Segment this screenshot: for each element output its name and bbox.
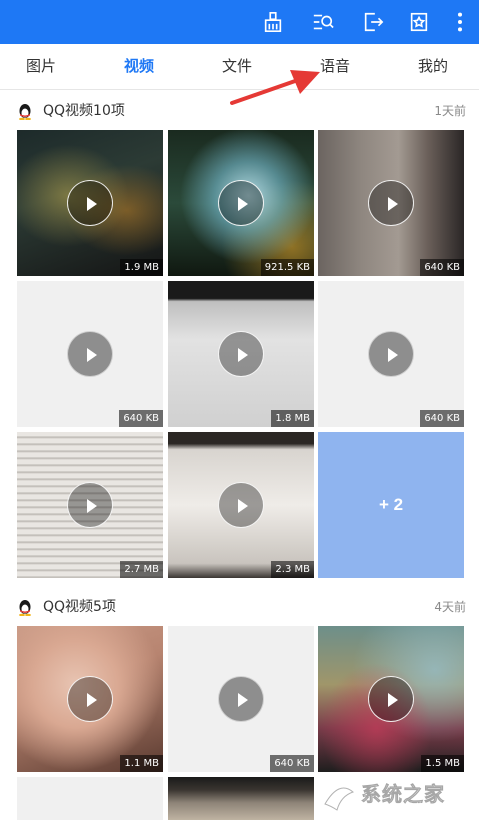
section-title: QQ视频10项 (43, 103, 125, 119)
more-videos-tile[interactable]: + 2 (318, 432, 464, 578)
tab-videos[interactable]: 视频 (109, 44, 169, 89)
section-time: 1天前 (434, 104, 466, 118)
file-size: 640 KB (420, 410, 464, 427)
play-icon[interactable] (67, 331, 113, 377)
thumbnail-image (168, 777, 314, 820)
file-size: 1.9 MB (120, 259, 163, 276)
search-list-icon[interactable] (309, 8, 337, 36)
play-icon[interactable] (218, 482, 264, 528)
video-thumbnail[interactable]: 2.3 MB (168, 432, 314, 578)
file-size: 640 KB (270, 755, 314, 772)
video-thumbnail[interactable]: 640 KB (168, 626, 314, 772)
top-toolbar (0, 0, 479, 44)
video-thumbnail[interactable]: 1.5 MB (318, 626, 464, 772)
video-thumbnail[interactable]: 1.8 MB (168, 281, 314, 427)
file-size: 2.3 MB (271, 561, 314, 578)
video-thumbnail[interactable]: 640 KB (17, 281, 163, 427)
play-icon[interactable] (218, 676, 264, 722)
tab-bar: 图片 视频 文件 语音 我的 (0, 44, 479, 90)
tab-voice[interactable]: 语音 (305, 44, 365, 89)
video-thumbnail[interactable]: 921.5 KB (168, 130, 314, 276)
file-size: 2.7 MB (120, 561, 163, 578)
file-size: 1.1 MB (120, 755, 163, 772)
more-vertical-icon[interactable] (446, 8, 474, 36)
qq-penguin-icon (19, 600, 31, 616)
play-icon[interactable] (67, 180, 113, 226)
file-size: 921.5 KB (260, 259, 314, 276)
section-title: QQ视频5项 (43, 599, 116, 615)
more-count: + 2 (378, 495, 404, 514)
play-icon[interactable] (218, 180, 264, 226)
video-thumbnail[interactable] (168, 777, 314, 820)
tab-mine[interactable]: 我的 (403, 44, 463, 89)
clean-icon[interactable] (259, 8, 287, 36)
play-icon[interactable] (218, 331, 264, 377)
section-header: QQ视频10项 1天前 (0, 91, 479, 131)
file-size: 640 KB (119, 410, 163, 427)
video-thumbnail[interactable]: 1.1 MB (17, 626, 163, 772)
play-icon[interactable] (368, 331, 414, 377)
watermark-logo-icon (324, 787, 354, 811)
play-icon[interactable] (368, 180, 414, 226)
play-icon[interactable] (67, 676, 113, 722)
section-header: QQ视频5项 4天前 (0, 587, 479, 627)
video-thumbnail[interactable]: 1.9 MB (17, 130, 163, 276)
export-icon[interactable] (359, 8, 387, 36)
file-size: 1.8 MB (271, 410, 314, 427)
play-icon[interactable] (368, 676, 414, 722)
tab-files[interactable]: 文件 (207, 44, 267, 89)
video-thumbnail[interactable]: 640 KB (318, 281, 464, 427)
watermark-url: xitongzhijia.net (373, 802, 451, 813)
video-thumbnail[interactable] (17, 777, 163, 820)
qq-penguin-icon (19, 104, 31, 120)
bookmark-icon[interactable] (405, 8, 433, 36)
play-icon[interactable] (67, 482, 113, 528)
file-size: 640 KB (420, 259, 464, 276)
video-thumbnail[interactable]: 640 KB (318, 130, 464, 276)
tab-photos[interactable]: 图片 (11, 44, 71, 89)
file-size: 1.5 MB (421, 755, 464, 772)
section-time: 4天前 (434, 600, 466, 614)
watermark: 系统之家 xitongzhijia.net (315, 776, 475, 816)
video-thumbnail[interactable]: 2.7 MB (17, 432, 163, 578)
